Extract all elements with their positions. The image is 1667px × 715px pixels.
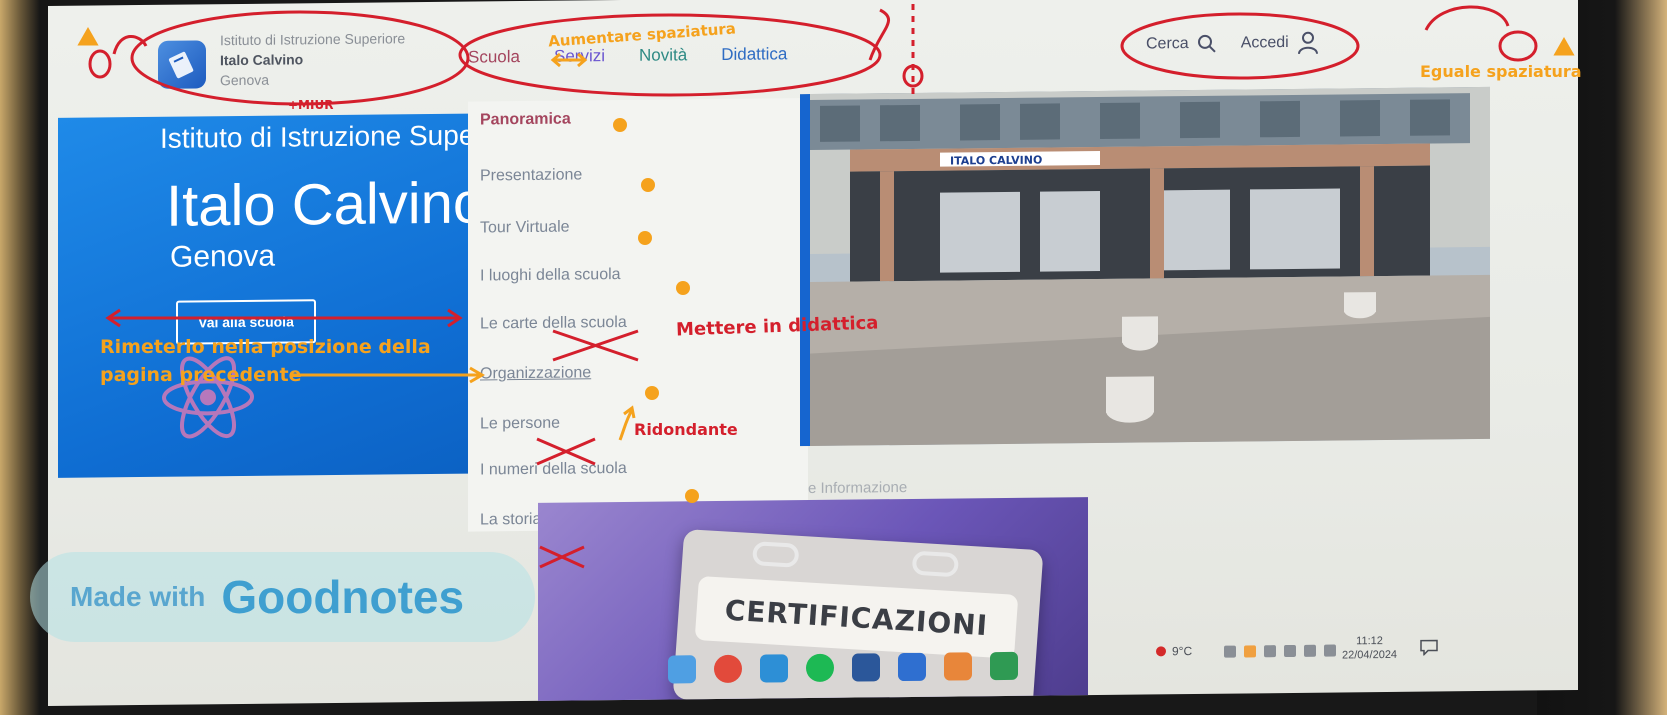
scuola-dropdown-menu: Panoramica Presentazione Tour Virtuale I… [468,98,808,532]
search-button[interactable]: Cerca [1146,34,1217,55]
system-tray [1224,644,1336,658]
main-nav: Scuola Servizi Novità Didattica [468,44,787,67]
building-sign-text: ITALO CALVINO [950,154,1042,168]
binder-ring [911,550,960,578]
school-building-photo: ITALO CALVINO [800,86,1490,447]
goodnotes-watermark: Made with Goodnotes [30,552,535,642]
nav-scuola[interactable]: Scuola [468,47,520,68]
annotation-restore-2: pagina precedente [100,364,302,386]
menu-item-numeri[interactable]: I numeri della scuola [480,460,627,480]
notification-icon[interactable] [1420,639,1438,656]
menu-item-luoghi[interactable]: I luoghi della scuola [480,266,621,285]
menu-item-storia[interactable]: La storia [480,511,541,530]
book-icon [168,51,194,79]
weather-alert-icon [1156,646,1166,657]
school-brand[interactable]: Istituto di Istruzione Superiore Italo C… [220,30,405,88]
search-icon [1197,34,1216,53]
brand-name: Italo Calvino [220,51,304,69]
header-tools: Cerca Accedi [1146,31,1319,57]
taskbar-apps [668,651,1018,684]
menu-item-tour-virtuale[interactable]: Tour Virtuale [480,219,570,238]
app-icon[interactable] [990,651,1018,681]
menu-item-presentazione[interactable]: Presentazione [480,166,582,185]
user-icon [1297,31,1318,55]
app-icon[interactable] [668,655,696,684]
nav-didattica[interactable]: Didattica [721,44,787,65]
store-icon[interactable] [760,654,788,683]
menu-item-organizzazione[interactable]: Organizzazione [480,364,591,383]
school-logo[interactable] [158,40,206,89]
wifi-icon[interactable] [1304,644,1316,657]
annotation-redundant: Ridondante [634,420,738,439]
annotation-restore-1: Rimeterlo nella posizione della [100,336,431,358]
annotation-equal-spacing: Eguale spaziatura [1420,62,1582,81]
system-clock[interactable]: 11:12 22/04/2024 [1342,634,1397,663]
hero-panel: Istituto di Istruzione Supe Italo Calvin… [58,113,485,478]
camera-icon[interactable] [1264,645,1276,658]
brand-type: Istituto di Istruzione Superiore [220,30,406,49]
section-label: e Informazione [808,479,908,498]
weather-widget[interactable]: 9°C [1156,644,1192,658]
hero-institution: Istituto di Istruzione Supe [160,119,475,154]
clock-time: 11:12 [1356,635,1383,648]
monitor-icon[interactable] [1284,644,1296,658]
brand-city: Genova [220,71,270,89]
search-label: Cerca [1146,35,1189,53]
app-icon[interactable] [898,652,926,682]
hero-city: Genova [170,239,276,274]
menu-item-panoramica[interactable]: Panoramica [480,111,571,130]
watermark-made-with: Made with [70,581,206,612]
chevron-up-icon[interactable] [1224,645,1236,658]
hero-title: Italo Calvino [166,170,486,239]
app-tray-icon[interactable] [1244,645,1256,658]
nav-novita[interactable]: Novità [639,45,687,66]
app-icon[interactable] [944,652,972,681]
clock-date: 22/04/2024 [1342,648,1398,662]
menu-item-persone[interactable]: Le persone [480,415,560,434]
temperature: 9°C [1172,644,1193,659]
building-illustration: ITALO CALVINO [800,86,1490,447]
menu-item-carte[interactable]: Le carte della scuola [480,314,627,334]
spotify-icon[interactable] [806,653,834,683]
annotation-miur: +MIUR [288,98,334,112]
volume-icon[interactable] [1324,644,1336,657]
chrome-icon[interactable] [714,654,742,684]
binder-ring [751,541,800,568]
watermark-brand: Goodnotes [221,571,465,623]
word-icon[interactable] [852,653,880,682]
atom-icon [162,356,254,439]
login-label: Accedi [1240,34,1289,52]
login-button[interactable]: Accedi [1241,31,1319,56]
